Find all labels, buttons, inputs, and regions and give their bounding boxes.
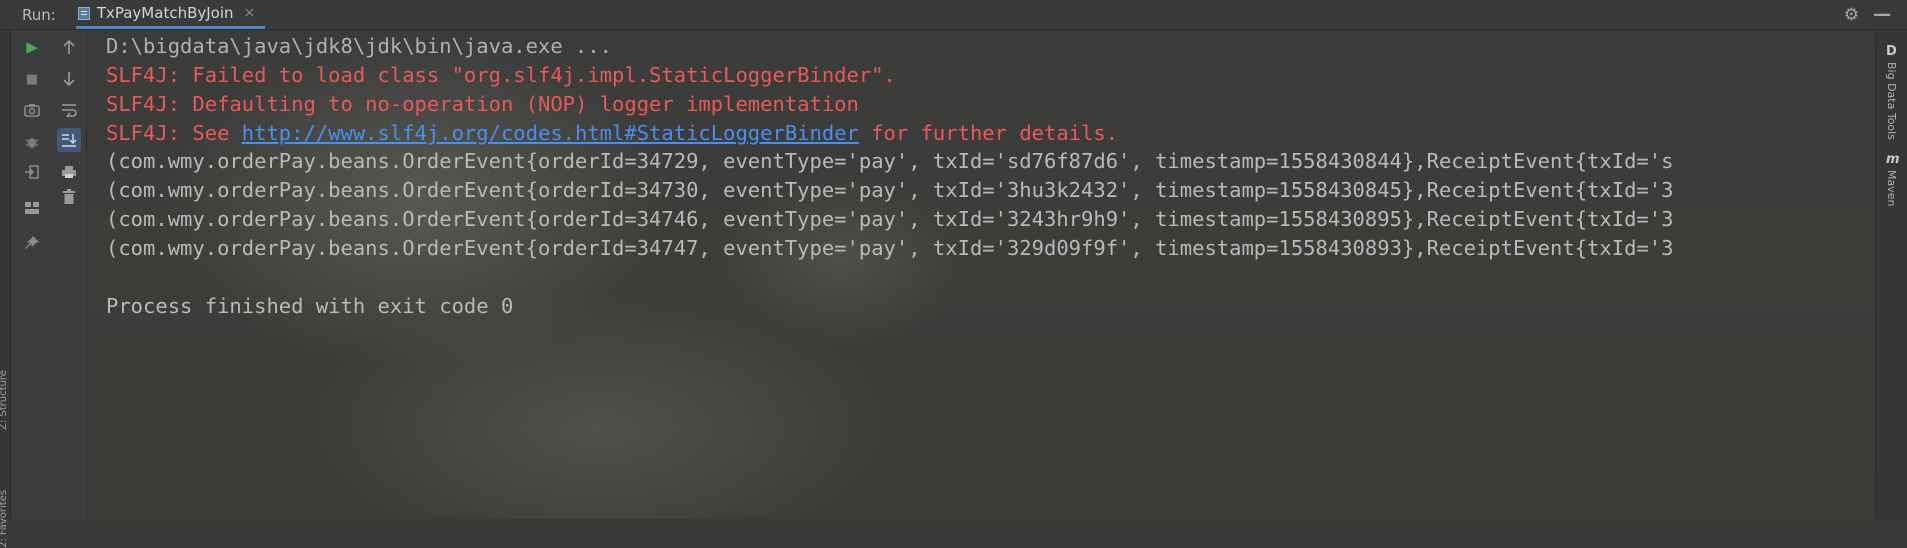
- big-data-tools-icon[interactable]: D: [1886, 44, 1897, 59]
- tab-txpaymatchbyjoin[interactable]: TxPayMatchByJoin ×: [75, 0, 266, 29]
- console-output-line: (com.wmy.orderPay.beans.OrderEvent{order…: [106, 178, 1674, 202]
- console-command-line: D:\bigdata\java\jdk8\jdk\bin\java.exe ..…: [106, 34, 613, 58]
- soft-wrap-icon[interactable]: [57, 98, 81, 122]
- error-prefix: SLF4J: See: [106, 121, 242, 145]
- maven-tab[interactable]: Maven: [1885, 170, 1898, 206]
- arrow-up-icon[interactable]: [57, 35, 81, 59]
- run-label: Run:: [22, 5, 56, 24]
- camera-icon[interactable]: [20, 98, 44, 122]
- run-actions-toolbar: ▶ ■: [11, 30, 53, 519]
- close-icon[interactable]: ×: [244, 5, 256, 21]
- console-output-line: (com.wmy.orderPay.beans.OrderEvent{order…: [106, 149, 1674, 173]
- arrow-down-icon[interactable]: [57, 67, 81, 91]
- pin-icon[interactable]: [20, 231, 44, 255]
- layout-icon[interactable]: [20, 196, 44, 220]
- console-output[interactable]: D:\bigdata\java\jdk8\jdk\bin\java.exe ..…: [87, 30, 1875, 519]
- console-exit-line: Process finished with exit code 0: [106, 294, 514, 318]
- error-suffix: for further details.: [858, 121, 1119, 145]
- console-output-line: (com.wmy.orderPay.beans.OrderEvent{order…: [106, 236, 1674, 260]
- minimize-icon[interactable]: —: [1873, 4, 1891, 25]
- run-config-icon: [77, 6, 90, 20]
- trash-icon[interactable]: [57, 185, 81, 209]
- console-actions-toolbar: [53, 30, 87, 519]
- gear-icon[interactable]: ⚙: [1844, 5, 1859, 25]
- console-output-line: (com.wmy.orderPay.beans.OrderEvent{order…: [106, 207, 1674, 231]
- scroll-to-end-icon[interactable]: [57, 128, 81, 152]
- stop-icon[interactable]: ■: [20, 67, 44, 91]
- big-data-tools-tab[interactable]: Big Data Tools: [1885, 62, 1898, 140]
- print-icon[interactable]: [57, 160, 81, 184]
- bug-icon[interactable]: [20, 130, 44, 154]
- right-tool-strip: D Big Data Tools m Maven: [1875, 30, 1907, 519]
- structure-panel-label[interactable]: Z: Structure: [0, 370, 9, 430]
- header-actions: ⚙ —: [1844, 0, 1891, 29]
- tab-title: TxPayMatchByJoin: [96, 4, 234, 22]
- login-icon[interactable]: [20, 160, 44, 184]
- left-tool-strip: Z: Structure 2: Favorites: [0, 30, 11, 548]
- run-icon[interactable]: ▶: [20, 35, 44, 59]
- maven-icon[interactable]: m: [1886, 152, 1900, 167]
- console-error-line: SLF4J: Failed to load class "org.slf4j.i…: [106, 63, 896, 87]
- console-error-line: SLF4J: See http://www.slf4j.org/codes.ht…: [106, 121, 1118, 145]
- slf4j-docs-link[interactable]: http://www.slf4j.org/codes.html#StaticLo…: [242, 121, 859, 145]
- run-toolwindow-header: Run: TxPayMatchByJoin × ⚙ —: [0, 0, 1907, 30]
- console-error-line: SLF4J: Defaulting to no-operation (NOP) …: [106, 92, 859, 116]
